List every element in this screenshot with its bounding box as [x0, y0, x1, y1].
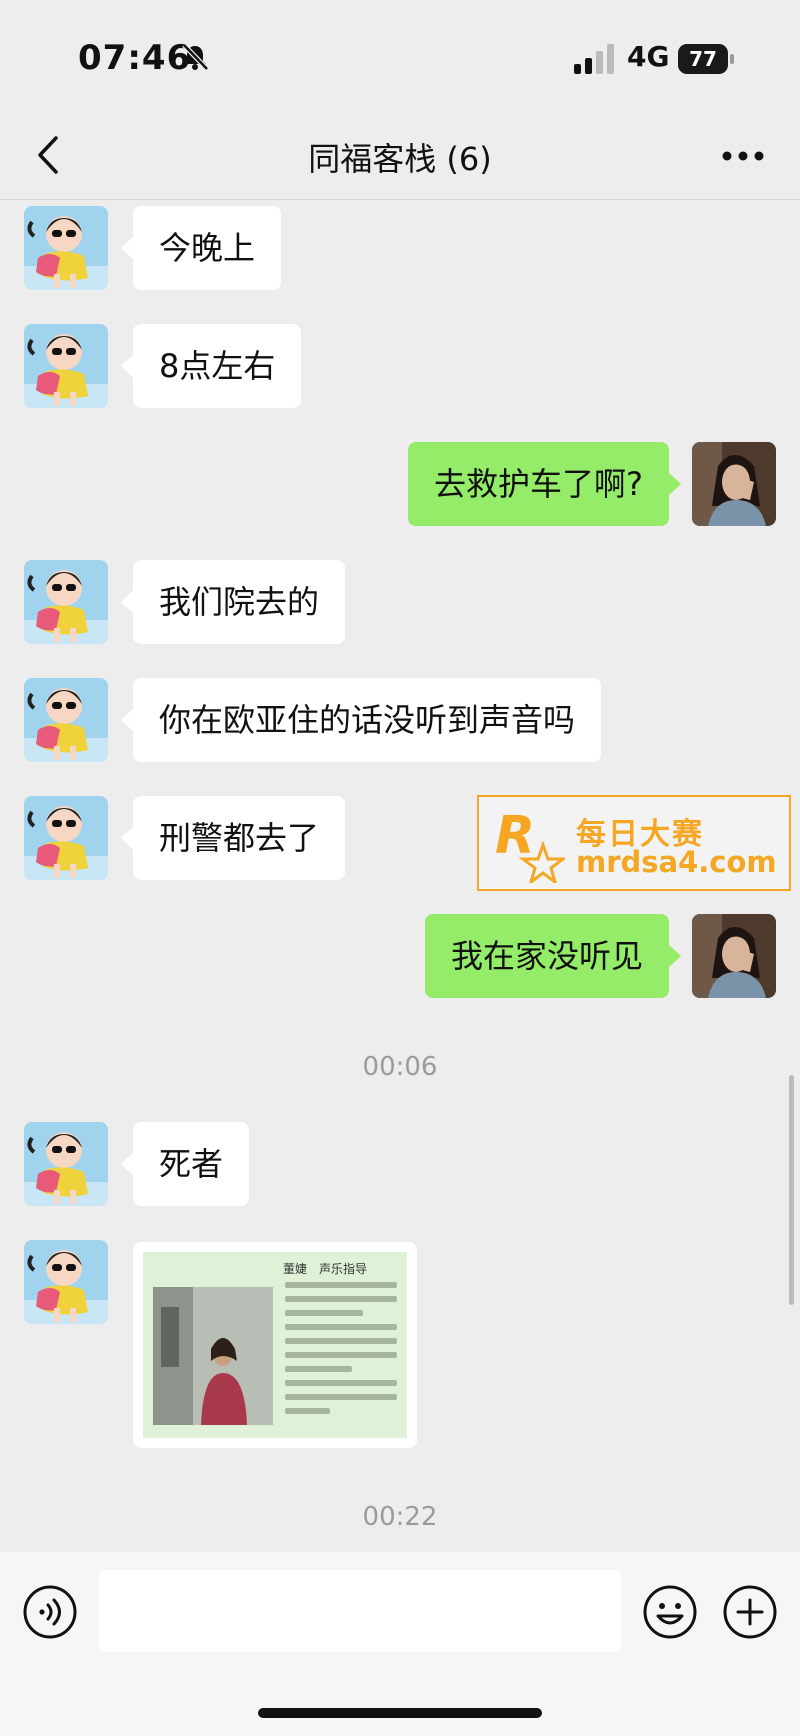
image-caption: 董婕 声乐指导: [283, 1262, 368, 1276]
image-photo: [153, 1287, 273, 1425]
message-bubble-outgoing[interactable]: 我在家没听见: [424, 914, 682, 998]
sender-avatar[interactable]: [24, 560, 108, 644]
voice-icon[interactable]: [22, 1584, 78, 1640]
plus-icon[interactable]: [722, 1584, 778, 1640]
watermark-url: mrdsa4.com: [576, 845, 777, 879]
sender-avatar[interactable]: [24, 1240, 108, 1324]
my-avatar[interactable]: [692, 914, 776, 998]
scrollbar[interactable]: [789, 1075, 794, 1305]
message-timestamp: 00:06: [362, 1052, 438, 1082]
status-time: 07:46: [78, 38, 192, 78]
message-bubble-incoming[interactable]: 今晚上: [120, 206, 282, 290]
emoji-icon[interactable]: [642, 1584, 698, 1640]
watermark-overlay: R 每日大赛 mrdsa4.com: [477, 795, 791, 891]
image-thumbnail: 董婕 声乐指导: [143, 1252, 407, 1438]
message-timestamp: 00:22: [362, 1502, 438, 1532]
status-bar: 07:46 4G 77: [0, 0, 800, 110]
input-bar: [0, 1552, 800, 1736]
sender-avatar[interactable]: [24, 796, 108, 880]
message-bubble-incoming[interactable]: 刑警都去了: [120, 796, 346, 880]
more-horizontal-icon[interactable]: [718, 136, 768, 176]
battery-level: 77: [678, 44, 728, 74]
battery-icon: 77: [678, 44, 734, 74]
message-bubble-incoming[interactable]: 死者: [120, 1122, 250, 1206]
message-bubble-outgoing[interactable]: 去救护车了啊?: [408, 442, 681, 526]
signal-icon: [574, 44, 614, 74]
my-avatar[interactable]: [692, 442, 776, 526]
chat-title: 同福客栈 (6): [308, 140, 492, 178]
bell-off-icon: [182, 43, 209, 71]
image-message[interactable]: 董婕 声乐指导: [133, 1242, 417, 1448]
sender-avatar[interactable]: [24, 1122, 108, 1206]
message-bubble-incoming[interactable]: 你在欧亚住的话没听到声音吗: [120, 678, 602, 762]
sender-avatar[interactable]: [24, 324, 108, 408]
svg-text:R: R: [495, 806, 535, 866]
message-bubble-incoming[interactable]: 我们院去的: [120, 560, 346, 644]
message-input[interactable]: [98, 1570, 622, 1652]
network-label: 4G: [627, 40, 670, 73]
sender-avatar[interactable]: [24, 678, 108, 762]
home-indicator[interactable]: [258, 1708, 542, 1718]
sender-avatar[interactable]: [24, 206, 108, 290]
image-text-lines: [285, 1282, 397, 1422]
chat-header: 同福客栈 (6): [0, 110, 800, 200]
message-bubble-incoming[interactable]: 8点左右: [120, 324, 302, 408]
watermark-logo-icon: R: [495, 806, 565, 883]
